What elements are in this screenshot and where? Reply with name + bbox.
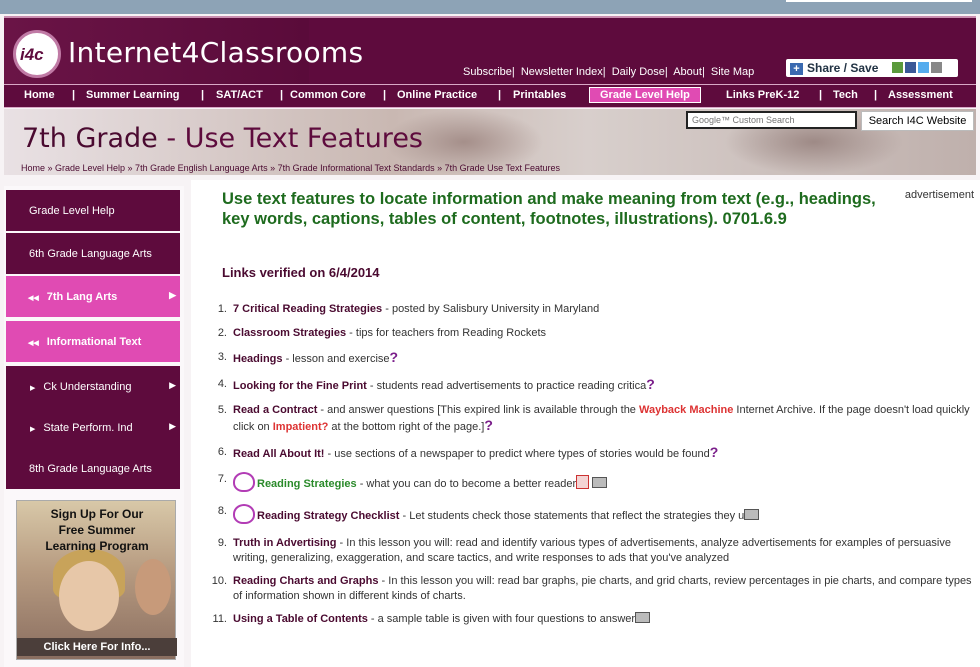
chevron-right-icon: ▶ [169,421,176,431]
standard-title: Use text features to locate information … [222,190,876,228]
newsletter-index-link[interactable]: Newsletter Index| [521,66,606,78]
top-links: Subscribe| Newsletter Index| Daily Dose|… [463,66,757,78]
resource-link[interactable]: Read All About It! [233,448,324,460]
site-logo[interactable]: i4c Internet4Classrooms [4,18,363,86]
logo-badge-icon: i4c [13,30,61,78]
more-icon [930,62,942,73]
nav-online-practice[interactable]: Online Practice [397,89,477,101]
back-arrow-icon: ◀◀ [28,340,39,347]
apple-icon [233,472,255,492]
site-header: i4c Internet4Classrooms Subscribe| Newsl… [4,16,976,86]
sidebar-item-ck-understanding[interactable]: ▶ Ck Understanding ▶ [6,366,180,407]
page-banner: 7th Grade - Use Text Features Home » Gra… [4,109,976,175]
nav-summer-learning[interactable]: Summer Learning [86,89,180,101]
resource-link[interactable]: Reading Strategies [257,478,357,490]
ad-cta: Click Here For Info... [17,638,177,656]
about-link[interactable]: About| [673,66,705,78]
resource-link[interactable]: Reading Strategy Checklist [257,510,399,522]
printer-icon[interactable] [592,477,608,488]
page: i4c Internet4Classrooms Subscribe| Newsl… [0,0,980,667]
impatient-link[interactable]: Impatient? [273,421,329,433]
summer-program-ad[interactable]: Sign Up For Our Free Summer Learning Pro… [16,500,177,660]
resource-link[interactable]: Headings [233,353,283,365]
main-content: Use text features to locate information … [191,180,980,667]
breadcrumb[interactable]: Home » Grade Level Help » 7th Grade Engl… [21,163,560,173]
nav-assessment[interactable]: Assessment [888,89,953,101]
back-arrow-icon: ◀◀ [28,295,39,302]
facebook-icon [904,62,916,73]
bullet-arrow-icon: ▶ [30,385,36,392]
resource-link[interactable]: Truth in Advertising [233,537,337,549]
nav-sat-act[interactable]: SAT/ACT [216,89,263,101]
question-mark-icon[interactable]: ? [390,350,399,365]
chevron-right-icon: ▶ [169,380,176,390]
resource-link[interactable]: 7 Critical Reading Strategies [233,303,382,315]
sidebar-item-7th-lang-arts[interactable]: ◀◀ 7th Lang Arts ▶ [6,276,180,317]
resource-link[interactable]: Reading Charts and Graphs [233,575,378,587]
resource-link[interactable]: Looking for the Fine Print [233,380,367,392]
printer-icon[interactable] [635,612,651,623]
site-map-link[interactable]: Site Map [711,66,754,78]
resource-link[interactable]: Read a Contract [233,404,317,416]
nav-printables[interactable]: Printables [513,89,566,101]
search-button[interactable]: Search I4C Website [861,111,974,131]
sidebar-item-8th-grade-language-arts[interactable]: 8th Grade Language Arts [6,448,180,489]
sidebar-item-6th-grade-language-arts[interactable]: 6th Grade Language Arts [6,233,180,274]
twitter-icon [917,62,929,73]
share-save-button[interactable]: + Share / Save [786,59,958,77]
printer-icon[interactable] [744,509,760,520]
daily-dose-link[interactable]: Daily Dose| [612,66,668,78]
resource-link[interactable]: Using a Table of Contents [233,613,368,625]
subscribe-link[interactable]: Subscribe| [463,66,515,78]
bullet-arrow-icon: ▶ [30,426,36,433]
apple-icon [233,504,255,524]
nav-home[interactable]: Home [24,89,55,101]
sidebar-item-grade-level-help[interactable]: Grade Level Help [6,190,180,231]
wayback-machine-link[interactable]: Wayback Machine [639,404,733,416]
browser-top-strip [0,0,980,14]
pdf-icon[interactable] [576,475,590,489]
question-mark-icon[interactable]: ? [646,377,655,392]
sidebar-item-informational-text[interactable]: ◀◀ Informational Text [6,321,180,362]
nav-common-core[interactable]: Common Core [290,89,366,101]
email-icon [891,62,903,73]
nav-tech[interactable]: Tech [833,89,858,101]
links-verified-date: Links verified on 6/4/2014 [222,265,380,280]
sidebar: Grade Level Help 6th Grade Language Arts… [4,186,184,667]
advertisement-label: advertisement [904,189,974,201]
question-mark-icon[interactable]: ? [484,418,493,433]
sidebar-item-state-perform-ind[interactable]: ▶ State Perform. Ind ▶ [6,407,180,448]
logo-text: Internet4Classrooms [68,36,364,69]
search-input[interactable] [686,111,857,129]
main-nav: Home | Summer Learning | SAT/ACT | Commo… [4,84,976,108]
chevron-right-icon: ▶ [169,290,176,300]
nav-grade-level-help[interactable]: Grade Level Help [589,87,701,103]
plus-icon: + [790,63,803,75]
question-mark-icon[interactable]: ? [710,445,719,460]
resource-link[interactable]: Classroom Strategies [233,327,346,339]
nav-links-prek-12[interactable]: Links PreK-12 [726,89,799,101]
page-title: 7th Grade - Use Text Features [22,123,423,154]
